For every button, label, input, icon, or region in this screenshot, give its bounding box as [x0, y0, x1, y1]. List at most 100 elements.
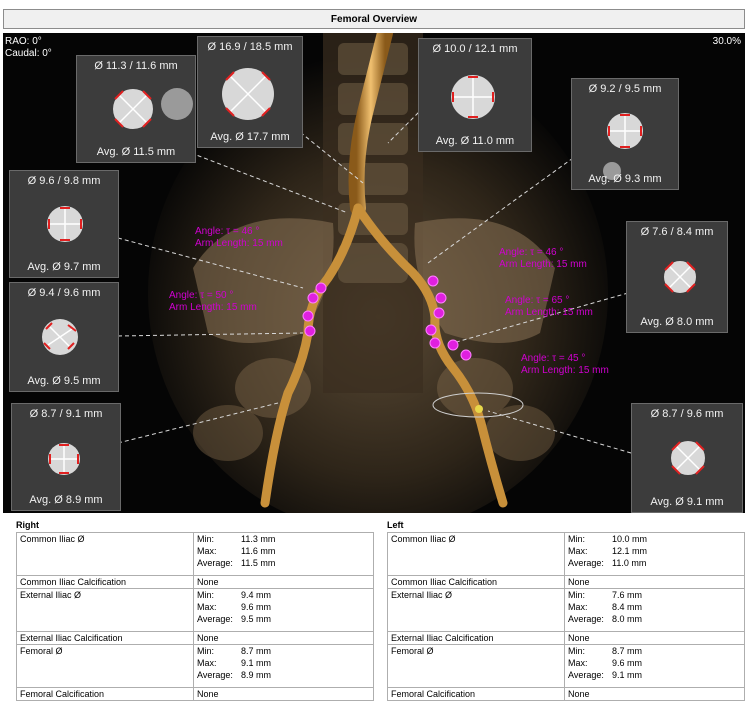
- 3d-viewer[interactable]: RAO: 0° Caudal: 0° 30.0% Ø 11.3 / 11.6 m…: [3, 33, 745, 513]
- cross-section-panel[interactable]: Ø 16.9 / 18.5 mm Avg. Ø 17.7 mm: [197, 36, 303, 148]
- arm-length: Arm Length: 15 mm: [521, 365, 609, 376]
- diameter-label: Ø 11.3 / 11.6 mm: [94, 60, 178, 72]
- angle-annotation: Angle: τ = 65 ° Arm Length: 15 mm: [505, 295, 593, 319]
- min-value: 7.6 mm: [612, 590, 643, 600]
- max-value: 8.4 mm: [612, 602, 643, 612]
- right-side-table: Right Common Iliac Ø Min: 11.3 mm Max: 11.…: [16, 519, 374, 701]
- row-value: None: [564, 631, 745, 645]
- row-values: Min: 8.7 mm Max: 9.6 mm Average: 9.1 mm: [564, 644, 745, 688]
- min-value: 11.3 mm: [241, 534, 276, 544]
- row-label: External Iliac Calcification: [387, 631, 565, 645]
- diameter-label: Ø 9.2 / 9.5 mm: [588, 83, 662, 95]
- average-value: 11.5 mm: [241, 558, 276, 568]
- average-label: Avg. Ø 17.7 mm: [210, 131, 290, 143]
- cross-section-panel[interactable]: Ø 8.7 / 9.1 mm Avg. Ø 8.9 mm: [11, 403, 121, 511]
- average-value: 8.9 mm: [241, 670, 272, 680]
- row-value: None: [193, 575, 374, 589]
- row-values: Min: 7.6 mm Max: 8.4 mm Average: 8.0 mm: [564, 588, 745, 632]
- table-row: Femoral Calcification None: [16, 687, 374, 701]
- row-label: Femoral Calcification: [387, 687, 565, 701]
- average-label: Average:: [568, 670, 604, 680]
- row-value: None: [564, 575, 745, 589]
- angle-value: Angle: τ = 46 °: [499, 247, 564, 258]
- average-label: Avg. Ø 9.5 mm: [27, 375, 101, 387]
- min-value: 9.4 mm: [241, 590, 272, 600]
- average-label: Avg. Ø 11.0 mm: [435, 135, 515, 147]
- arm-length: Arm Length: 15 mm: [505, 307, 593, 318]
- row-value: None: [564, 687, 745, 701]
- angle-value: Angle: τ = 46 °: [195, 226, 260, 237]
- row-label: Femoral Ø: [16, 644, 194, 688]
- cross-section-panel[interactable]: Ø 8.7 / 9.6 mm Avg. Ø 9.1 mm: [631, 403, 743, 513]
- row-values: Min: 8.7 mm Max: 9.1 mm Average: 8.9 mm: [193, 644, 374, 688]
- average-label: Avg. Ø 9.7 mm: [27, 261, 101, 273]
- table-row: Common Iliac Ø Min: 10.0 mm Max: 12.1 mm A…: [387, 532, 745, 576]
- angle-value: Angle: τ = 65 °: [505, 295, 570, 306]
- angle-annotation: Angle: τ = 50 ° Arm Length: 15 mm: [169, 290, 257, 314]
- average-label: Avg. Ø 9.1 mm: [650, 496, 724, 508]
- angle-value: Angle: τ = 45 °: [521, 353, 586, 364]
- min-value: 8.7 mm: [241, 646, 272, 656]
- row-values: Min: 10.0 mm Max: 12.1 mm Average: 11.0 mm: [564, 532, 745, 576]
- max-label: Max:: [197, 546, 217, 556]
- min-label: Min:: [568, 646, 586, 656]
- max-value: 9.6 mm: [612, 658, 643, 668]
- row-label: External Iliac Ø: [16, 588, 194, 632]
- min-label: Min:: [197, 590, 215, 600]
- average-label: Average:: [568, 614, 604, 624]
- cross-section-panel[interactable]: Ø 10.0 / 12.1 mm Avg. Ø 11.0 mm: [418, 38, 532, 152]
- cross-section-panel[interactable]: Ø 9.2 / 9.5 mm Avg. Ø 9.3 mm: [571, 78, 679, 190]
- row-value: None: [193, 687, 374, 701]
- average-label: Avg. Ø 8.0 mm: [640, 316, 714, 328]
- average-label: Avg. Ø 8.9 mm: [29, 494, 103, 506]
- average-label: Average:: [197, 614, 233, 624]
- row-values: Min: 11.3 mm Max: 11.6 mm Average: 11.5 mm: [193, 532, 374, 576]
- max-label: Max:: [568, 658, 588, 668]
- average-value: 9.1 mm: [612, 670, 643, 680]
- cross-section-panel[interactable]: Ø 9.4 / 9.6 mm Avg. Ø 9.5 mm: [9, 282, 119, 392]
- row-label: Common Iliac Calcification: [16, 575, 194, 589]
- row-value: None: [193, 631, 374, 645]
- arm-length: Arm Length: 15 mm: [499, 259, 587, 270]
- average-label: Average:: [568, 558, 604, 568]
- table-row: External Iliac Calcification None: [387, 631, 745, 645]
- min-label: Min:: [568, 590, 586, 600]
- average-value: 9.5 mm: [241, 614, 272, 624]
- max-label: Max:: [568, 602, 588, 612]
- diameter-label: Ø 16.9 / 18.5 mm: [207, 41, 293, 53]
- zoom-level: 30.0%: [712, 36, 741, 47]
- max-label: Max:: [197, 602, 217, 612]
- max-value: 12.1 mm: [612, 546, 648, 556]
- table-row: Femoral Ø Min: 8.7 mm Max: 9.6 mm Average:…: [387, 644, 745, 688]
- average-label: Average:: [197, 670, 233, 680]
- table-row: External Iliac Ø Min: 7.6 mm Max: 8.4 mm A…: [387, 588, 745, 632]
- max-label: Max:: [568, 546, 588, 556]
- angle-value: Angle: τ = 50 °: [169, 290, 234, 301]
- row-label: External Iliac Ø: [387, 588, 565, 632]
- average-label: Average:: [197, 558, 233, 568]
- diameter-label: Ø 8.7 / 9.1 mm: [29, 408, 103, 420]
- arm-length: Arm Length: 15 mm: [169, 302, 257, 313]
- row-label: Common Iliac Ø: [387, 532, 565, 576]
- diameter-label: Ø 10.0 / 12.1 mm: [432, 43, 518, 55]
- row-values: Min: 9.4 mm Max: 9.6 mm Average: 9.5 mm: [193, 588, 374, 632]
- max-value: 11.6 mm: [241, 546, 276, 556]
- max-value: 9.1 mm: [241, 658, 272, 668]
- average-value: 8.0 mm: [612, 614, 643, 624]
- left-side-table: Left Common Iliac Ø Min: 10.0 mm Max: 12.1…: [387, 519, 745, 701]
- cross-section-panel[interactable]: Ø 9.6 / 9.8 mm Avg. Ø 9.7 mm: [9, 170, 119, 278]
- caudal-label: Caudal: 0°: [5, 48, 52, 59]
- min-label: Min:: [197, 646, 215, 656]
- table-row: Common Iliac Calcification None: [387, 575, 745, 589]
- cross-section-panel[interactable]: Ø 11.3 / 11.6 mm Avg. Ø 11.5 mm: [76, 55, 196, 163]
- row-label: Common Iliac Ø: [16, 532, 194, 576]
- max-value: 9.6 mm: [241, 602, 272, 612]
- cross-section-panel[interactable]: Ø 7.6 / 8.4 mm Avg. Ø 8.0 mm: [626, 221, 728, 333]
- orientation-readout: RAO: 0° Caudal: 0°: [5, 36, 52, 60]
- angle-annotation: Angle: τ = 46 ° Arm Length: 15 mm: [499, 247, 587, 271]
- min-value: 8.7 mm: [612, 646, 643, 656]
- table-row: External Iliac Ø Min: 9.4 mm Max: 9.6 mm A…: [16, 588, 374, 632]
- rao-label: RAO: 0°: [5, 36, 42, 47]
- arm-length: Arm Length: 15 mm: [195, 238, 283, 249]
- row-label: Femoral Calcification: [16, 687, 194, 701]
